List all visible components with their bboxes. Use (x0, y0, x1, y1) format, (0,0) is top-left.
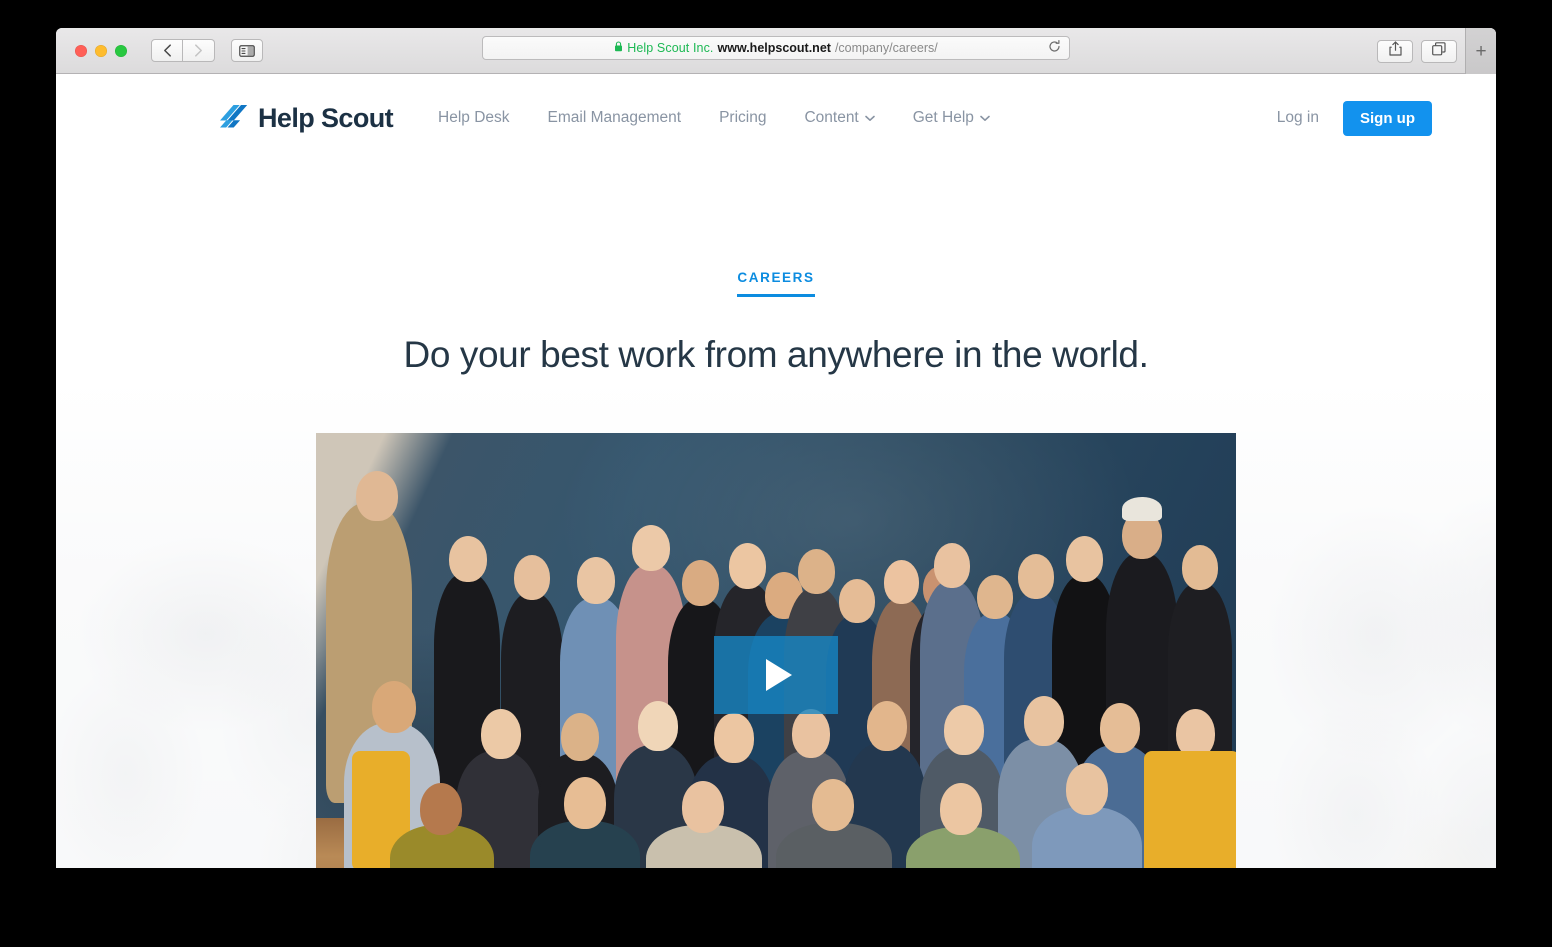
photo-person-head (940, 783, 982, 835)
photo-person-head (934, 543, 970, 588)
site-logo[interactable]: Help Scout (218, 102, 394, 134)
header-actions: Log in Sign up (1277, 100, 1432, 136)
photo-person-head (867, 701, 907, 751)
nav-item-help-desk[interactable]: Help Desk (438, 109, 510, 127)
photo-person-head (792, 709, 830, 758)
photo-person-head (798, 549, 835, 594)
photo-person-head (1018, 554, 1054, 599)
chevron-down-icon (864, 109, 875, 127)
url-host: www.helpscout.net (717, 41, 831, 55)
forward-button[interactable] (183, 39, 215, 62)
photo-person-head (632, 525, 670, 571)
photo-person-head (514, 555, 550, 600)
address-bar-content: Help Scout Inc. www.helpscout.net /compa… (614, 41, 938, 55)
site-header: Help Scout Help Desk Email Management Pr… (56, 74, 1496, 162)
photo-person (1032, 807, 1142, 868)
nav-item-label: Content (804, 109, 859, 126)
secure-site-name: Help Scout Inc. (627, 41, 714, 55)
browser-toolbar: Help Scout Inc. www.helpscout.net /compa… (56, 28, 1496, 74)
photo-person-head (714, 713, 754, 763)
chevron-right-icon (194, 44, 203, 57)
photo-person-head (884, 560, 919, 604)
photo-person-head (944, 705, 984, 755)
address-bar[interactable]: Help Scout Inc. www.helpscout.net /compa… (482, 36, 1070, 60)
minimize-window-button[interactable] (95, 44, 107, 57)
tabs-icon (1432, 41, 1446, 61)
photo-person-head (682, 560, 719, 606)
photo-person-head (977, 575, 1013, 619)
chevron-left-icon (163, 44, 172, 57)
photo-person-head (729, 543, 766, 589)
page-eyebrow: CAREERS (737, 270, 815, 297)
nav-item-label: Help Desk (438, 109, 510, 126)
photo-person-head (577, 557, 615, 604)
nav-item-pricing[interactable]: Pricing (719, 109, 766, 127)
photo-person-head (561, 713, 599, 761)
photo-person-head (449, 536, 487, 582)
photo-person-head (1100, 703, 1140, 753)
site-logo-text: Help Scout (258, 102, 394, 133)
new-tab-button[interactable]: + (1465, 28, 1496, 74)
main-navigation: Help Desk Email Management Pricing Conte… (438, 109, 990, 127)
maximize-window-button[interactable] (115, 44, 127, 57)
signup-button[interactable]: Sign up (1343, 100, 1432, 136)
photo-person-head (356, 471, 398, 521)
navigation-buttons (151, 39, 215, 62)
nav-item-get-help[interactable]: Get Help (913, 109, 990, 127)
chevron-down-icon (980, 109, 990, 127)
back-button[interactable] (151, 39, 183, 62)
toolbar-right-group: + (1377, 28, 1496, 74)
page-title: Do your best work from anywhere in the w… (403, 334, 1149, 375)
tab-overview-button[interactable] (1421, 39, 1457, 63)
web-page: Help Scout Help Desk Email Management Pr… (56, 74, 1496, 868)
lock-icon (614, 41, 623, 55)
sidebar-button-wrap (231, 39, 263, 62)
browser-window: Help Scout Inc. www.helpscout.net /compa… (56, 28, 1496, 868)
nav-item-label: Email Management (547, 109, 682, 126)
play-icon (766, 659, 792, 691)
nav-item-label: Pricing (719, 109, 767, 126)
photo-person-head (682, 781, 724, 833)
reload-icon[interactable] (1048, 40, 1061, 56)
show-sidebar-button[interactable] (231, 39, 263, 62)
photo-person-head (481, 709, 521, 759)
close-window-button[interactable] (75, 44, 87, 57)
photo-person-head (1182, 545, 1218, 590)
login-link[interactable]: Log in (1277, 109, 1319, 127)
photo-person-head (812, 779, 854, 831)
helpscout-logo-mark-icon (218, 103, 249, 134)
photo-person-head (1024, 696, 1064, 746)
nav-item-content[interactable]: Content (804, 109, 875, 127)
hero-video[interactable] (316, 433, 1236, 868)
photo-person-head (839, 579, 875, 623)
team-photo (316, 433, 1236, 868)
hero-section: CAREERS Do your best work from anywhere … (56, 162, 1496, 376)
photo-chair (1144, 751, 1236, 868)
nav-item-label: Get Help (912, 109, 974, 126)
photo-person-head (638, 701, 678, 751)
photo-person-head (1066, 536, 1103, 582)
eyebrow-wrap: CAREERS (56, 269, 1496, 297)
nav-item-email-management[interactable]: Email Management (548, 109, 682, 127)
window-controls (75, 44, 127, 57)
share-button[interactable] (1377, 39, 1413, 63)
photo-person-head (420, 783, 462, 835)
photo-person-cap (1122, 497, 1162, 521)
play-button[interactable] (714, 636, 838, 714)
url-path: /company/careers/ (834, 41, 938, 55)
photo-person-head (372, 681, 416, 733)
photo-person-head (564, 777, 606, 829)
photo-person-head (1066, 763, 1108, 815)
sidebar-icon (239, 44, 255, 57)
share-icon (1388, 41, 1402, 61)
